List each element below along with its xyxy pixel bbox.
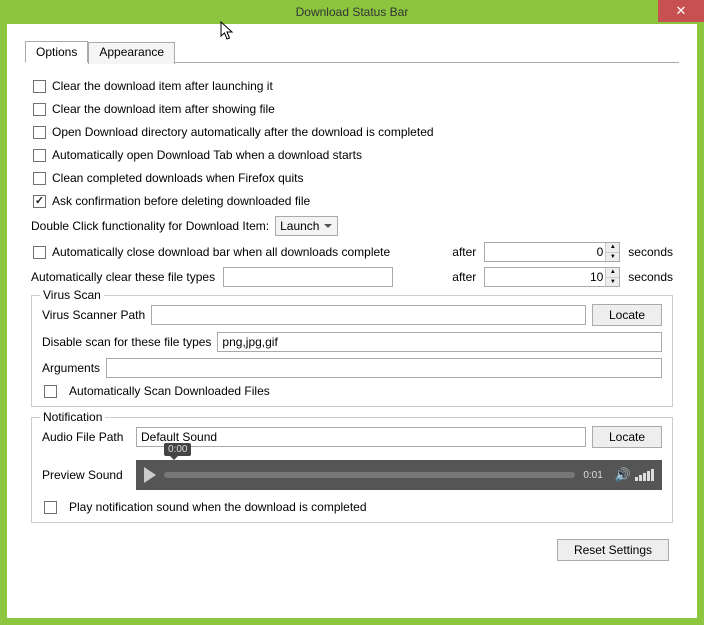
close-icon: ✕ xyxy=(676,3,687,19)
input-auto-clear-seconds[interactable] xyxy=(485,268,605,286)
checkbox-clear-after-launch[interactable] xyxy=(33,80,46,93)
audio-player: 0:00 0:01 🔊 xyxy=(136,460,662,490)
input-virus-path[interactable] xyxy=(151,305,586,325)
spinner-up-icon[interactable]: ▲ xyxy=(606,268,619,278)
tab-options[interactable]: Options xyxy=(25,41,88,63)
select-dblclick[interactable]: Launch xyxy=(275,216,338,236)
legend-notification: Notification xyxy=(40,410,105,424)
volume-icon[interactable] xyxy=(635,469,654,481)
checkbox-open-dir-after[interactable] xyxy=(33,126,46,139)
spinner-down-icon[interactable]: ▼ xyxy=(606,278,619,287)
label-after-1: after xyxy=(452,245,476,259)
label-dblclick: Double Click functionality for Download … xyxy=(31,219,269,233)
close-button[interactable]: ✕ xyxy=(658,0,704,22)
label-clean-on-quit: Clean completed downloads when Firefox q… xyxy=(52,171,303,185)
checkbox-auto-scan[interactable] xyxy=(44,385,57,398)
select-dblclick-value: Launch xyxy=(280,219,319,233)
speaker-icon[interactable]: 🔊 xyxy=(615,467,631,483)
label-audio-path: Audio File Path xyxy=(42,430,130,444)
checkbox-clear-after-show[interactable] xyxy=(33,103,46,116)
checkbox-auto-close[interactable] xyxy=(33,246,46,259)
tab-panel-options: Clear the download item after launching … xyxy=(25,63,679,567)
label-open-dir-after: Open Download directory automatically af… xyxy=(52,125,434,139)
spinner-up-icon[interactable]: ▲ xyxy=(606,243,619,253)
content: Options Appearance Clear the download it… xyxy=(7,24,697,577)
window-title: Download Status Bar xyxy=(296,5,409,19)
label-seconds-2: seconds xyxy=(628,270,673,284)
label-seconds-1: seconds xyxy=(628,245,673,259)
spinner-auto-close-seconds[interactable]: ▲▼ xyxy=(484,242,620,262)
label-clear-after-show: Clear the download item after showing fi… xyxy=(52,102,275,116)
label-auto-scan: Automatically Scan Downloaded Files xyxy=(69,384,270,398)
window: Download Status Bar ✕ Options Appearance… xyxy=(0,0,704,625)
label-preview-sound: Preview Sound xyxy=(42,468,130,482)
input-arguments[interactable] xyxy=(106,358,662,378)
label-auto-clear-types: Automatically clear these file types xyxy=(31,270,215,284)
audio-duration: 0:01 xyxy=(583,470,602,481)
play-icon[interactable] xyxy=(144,467,156,483)
titlebar: Download Status Bar ✕ xyxy=(0,0,704,24)
input-disable-types[interactable] xyxy=(217,332,662,352)
label-virus-path: Virus Scanner Path xyxy=(42,308,145,322)
fieldset-virus-scan: Virus Scan Virus Scanner Path Locate Dis… xyxy=(31,295,673,407)
label-after-2: after xyxy=(452,270,476,284)
checkbox-play-sound[interactable] xyxy=(44,501,57,514)
footer: Reset Settings xyxy=(31,533,673,561)
input-audio-path[interactable] xyxy=(136,427,586,447)
legend-virus-scan: Virus Scan xyxy=(40,288,104,302)
tabs: Options Appearance xyxy=(25,40,679,63)
label-auto-close: Automatically close download bar when al… xyxy=(52,245,390,259)
audio-track[interactable]: 0:00 xyxy=(164,472,575,478)
label-clear-after-launch: Clear the download item after launching … xyxy=(52,79,273,93)
fieldset-notification: Notification Audio File Path Locate Prev… xyxy=(31,417,673,523)
checkbox-auto-open-tab[interactable] xyxy=(33,149,46,162)
label-play-sound: Play notification sound when the downloa… xyxy=(69,500,367,514)
label-auto-open-tab: Automatically open Download Tab when a d… xyxy=(52,148,362,162)
spinner-auto-clear-seconds[interactable]: ▲▼ xyxy=(484,267,620,287)
input-auto-clear-types[interactable] xyxy=(223,267,393,287)
label-arguments: Arguments xyxy=(42,361,100,375)
checkbox-ask-confirm-delete[interactable] xyxy=(33,195,46,208)
locate-audio-button[interactable]: Locate xyxy=(592,426,662,448)
label-disable-types: Disable scan for these file types xyxy=(42,335,211,349)
locate-virus-button[interactable]: Locate xyxy=(592,304,662,326)
label-ask-confirm-delete: Ask confirmation before deleting downloa… xyxy=(52,194,310,208)
spinner-down-icon[interactable]: ▼ xyxy=(606,253,619,262)
tab-appearance[interactable]: Appearance xyxy=(88,42,175,64)
input-auto-close-seconds[interactable] xyxy=(485,243,605,261)
checkbox-clean-on-quit[interactable] xyxy=(33,172,46,185)
reset-settings-button[interactable]: Reset Settings xyxy=(557,539,669,561)
audio-tooltip: 0:00 xyxy=(164,443,191,456)
